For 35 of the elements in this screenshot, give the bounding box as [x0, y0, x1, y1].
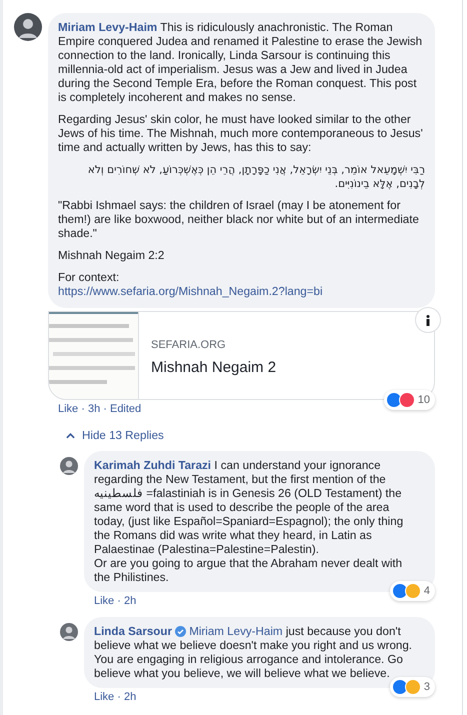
- comment-meta: · 2h: [117, 691, 136, 703]
- love-reaction-icon: [398, 392, 415, 408]
- avatar-icon[interactable]: [60, 457, 78, 475]
- hide-replies-link[interactable]: Hide 13 Replies: [66, 429, 164, 443]
- preview-title: Mishnah Negaim 2: [151, 361, 276, 375]
- like-reaction-icon: [386, 392, 402, 408]
- hebrew-quote: רַבִּי יִשְׁמָעֵאל אוֹמֵר, בְּנֵי יִשְׂרָאֵל, אֲנִי כַפָּרָתָן, הֲרֵי הֵן כְּאֶשְׁכְּרוֹעַ, לֹא שְׁחוֹרִים וְלֹא לְבָנִים, אֶלָּא בֵינוֹנִיִּים.: [86, 163, 425, 191]
- comment-text: Regarding Jesus' skin color, he must have looked similar to the other Jews of his time. The Mishnah, much more contemporaneous to Jesus' time and actually written by Jews, has this to say:: [58, 113, 424, 155]
- comment-meta: · 3h · Edited: [81, 403, 142, 415]
- author-link[interactable]: Karimah Zuhdi Tarazi: [94, 459, 212, 472]
- like-reaction-icon: [392, 679, 408, 695]
- mention-link[interactable]: Miriam Levy-Haim: [189, 625, 283, 638]
- reaction-count[interactable]: 3: [390, 677, 435, 697]
- like-reaction-icon: [392, 583, 408, 599]
- haha-reaction-icon: [404, 583, 421, 599]
- comment-text: Mishnah Negaim 2:2: [58, 249, 166, 263]
- site-domain: SEFARIA.ORG: [151, 338, 227, 352]
- comment-meta: · 2h: [117, 595, 136, 607]
- reaction-count[interactable]: 4: [390, 581, 435, 601]
- reaction-count[interactable]: 10: [384, 390, 435, 410]
- like-link[interactable]: Like: [94, 691, 114, 703]
- comment-text: "Rabbi Ishmael says: the children of Israel (may I be atonement for them!) are like boxwood, neither black nor white but of an intermediate shade.": [58, 199, 420, 241]
- info-icon: [426, 314, 430, 326]
- like-link[interactable]: Like: [94, 595, 114, 607]
- avatar-icon[interactable]: [14, 13, 42, 41]
- chevron-up-icon: [66, 433, 75, 439]
- info-button[interactable]: [415, 307, 441, 333]
- author-link[interactable]: Linda Sarsour: [94, 625, 172, 638]
- url-link[interactable]: https://www.sefaria.org/Mishnah_Negaim.2?lang=bi: [58, 285, 425, 299]
- like-link[interactable]: Like: [58, 403, 78, 415]
- avatar-icon[interactable]: [60, 623, 78, 641]
- comment-text: For context:: [58, 271, 120, 285]
- haha-reaction-icon: [404, 679, 421, 695]
- comment-text: Miriam Levy-Haim This is ridiculously anachronistic. The Roman Empire conquered Judea and renamed it Palestine to erase the Jewish connection to the land. Ironically, Linda Sarsour is continuing this millennia-old act of imperialism. Jesus was a Jew and lived in Judea during the Second Temple Era, before the Roman conquest. This post is completely incoherent and makes no sense.: [58, 21, 424, 105]
- author-link[interactable]: Miriam Levy-Haim: [58, 21, 158, 34]
